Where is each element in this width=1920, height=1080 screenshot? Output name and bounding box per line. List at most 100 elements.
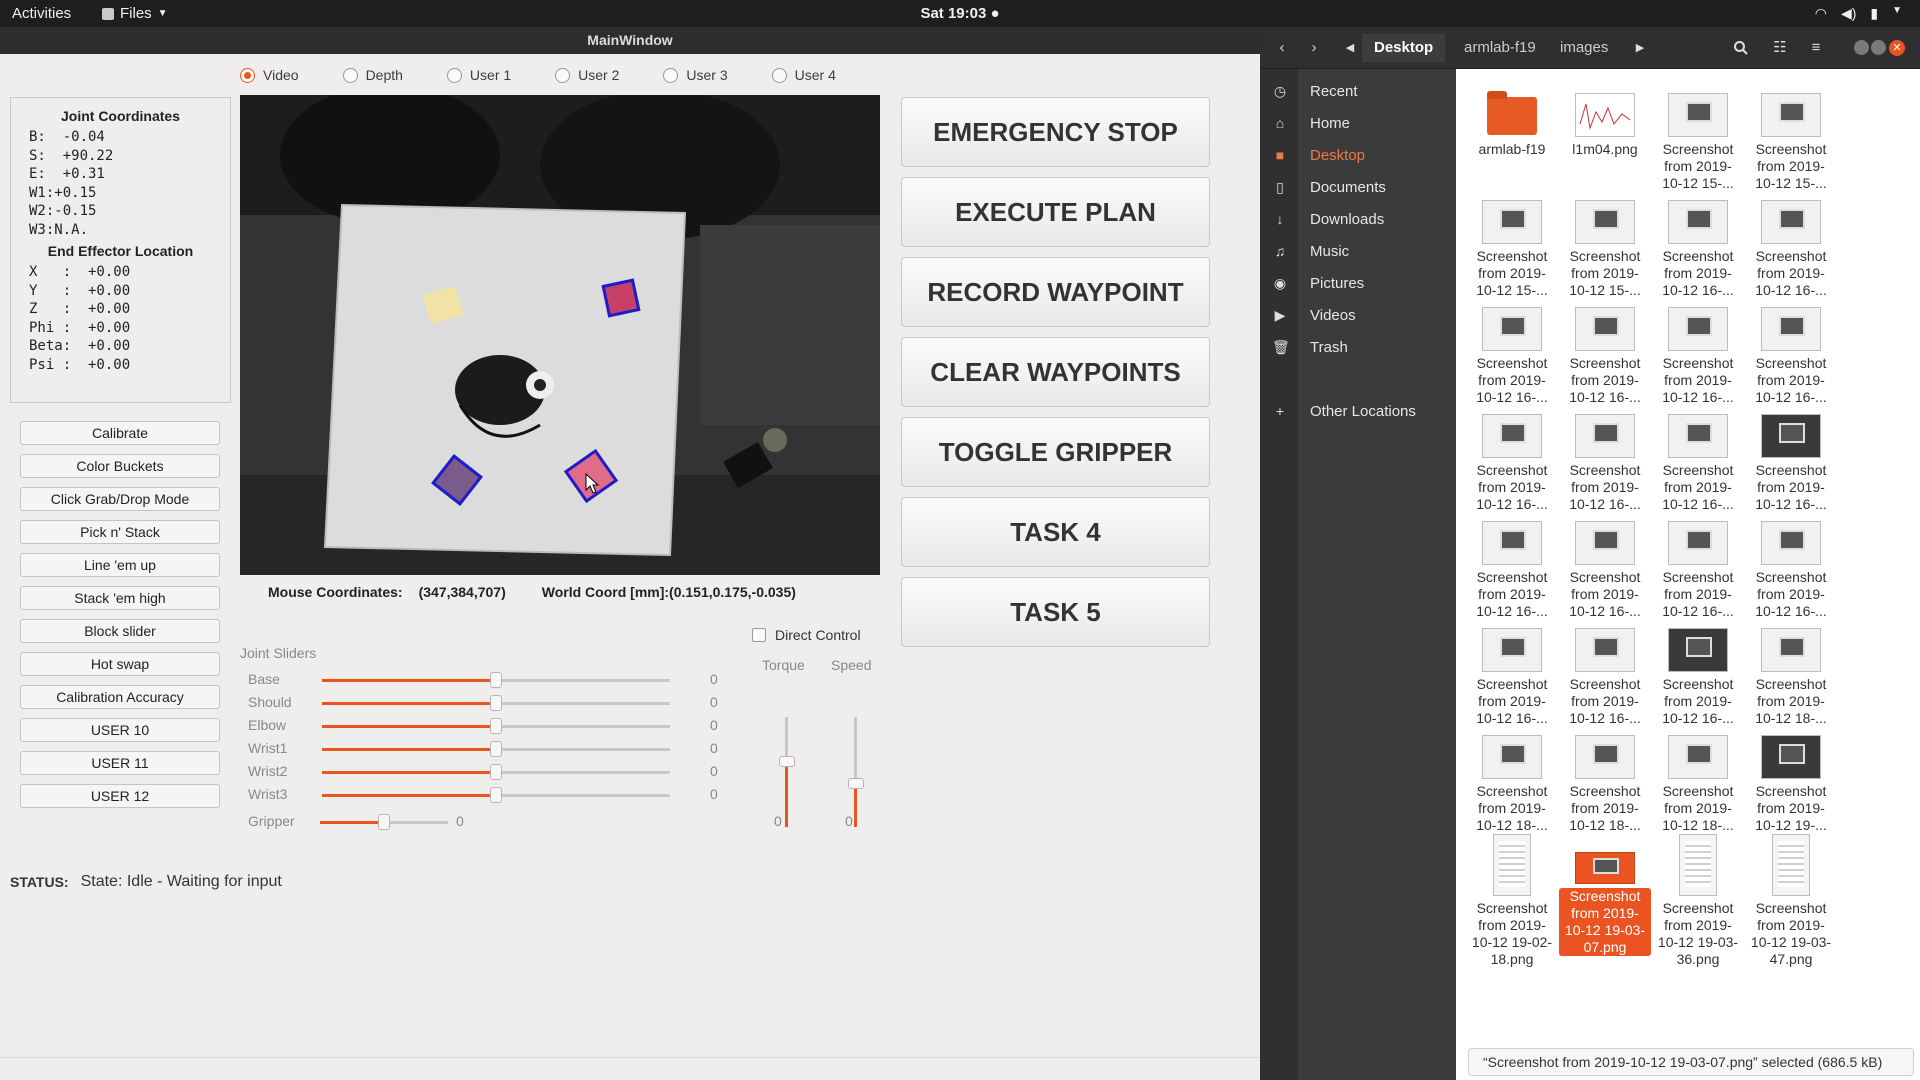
menu-button[interactable]: ≡ — [1801, 34, 1831, 62]
slider-elbow[interactable]: Elbow 0 — [240, 717, 720, 737]
calibration-accuracy-button[interactable]: Calibration Accuracy — [20, 685, 220, 709]
file-item[interactable]: Screenshot from 2019- 10-12 18-... — [1745, 628, 1837, 727]
slider-handle[interactable] — [490, 672, 502, 688]
radio-user-1[interactable]: User 1 — [446, 67, 511, 83]
user-10-button[interactable]: USER 10 — [20, 718, 220, 742]
calibrate-button[interactable]: Calibrate — [20, 421, 220, 445]
file-item[interactable]: Screenshot from 2019- 10-12 16-... — [1652, 628, 1744, 727]
minimize-button[interactable] — [1854, 40, 1869, 55]
file-item[interactable]: Screenshot from 2019- 10-12 16-... — [1559, 521, 1651, 620]
file-item[interactable]: Screenshot from 2019- 10-12 18-... — [1652, 735, 1744, 834]
folder-item[interactable]: armlab-f19 — [1466, 91, 1558, 158]
file-item[interactable]: Screenshot from 2019- 10-12 19-... — [1745, 735, 1837, 834]
radio-depth[interactable]: Depth — [342, 67, 403, 83]
slider-handle[interactable] — [378, 814, 390, 830]
slider-base[interactable]: Base 0 — [240, 671, 720, 691]
hot-swap-button[interactable]: Hot swap — [20, 652, 220, 676]
file-item[interactable]: Screenshot from 2019- 10-12 16-... — [1466, 414, 1558, 513]
radio-button[interactable] — [342, 67, 358, 83]
breadcrumb-desktop[interactable]: Desktop — [1362, 34, 1446, 62]
breadcrumb-images[interactable]: images — [1548, 34, 1620, 62]
block-slider-button[interactable]: Block slider — [20, 619, 220, 643]
sidebar-item-documents[interactable]: ▯ Documents — [1260, 175, 1456, 201]
back-button[interactable]: ‹ — [1268, 34, 1296, 62]
file-item[interactable]: Screenshot from 2019- 10-12 18-... — [1466, 735, 1558, 834]
radio-button[interactable] — [663, 67, 679, 83]
sidebar-item-music[interactable]: ♫ Music — [1260, 239, 1456, 265]
file-item[interactable]: Screenshot from 2019- 10-12 15-... — [1559, 200, 1651, 299]
file-item[interactable]: Screenshot from 2019- 10-12 16-... — [1652, 414, 1744, 513]
file-item[interactable]: Screenshot from 2019- 10-12 19-02- 18.png — [1466, 834, 1558, 968]
checkbox-box[interactable] — [752, 628, 766, 642]
sidebar-item-pictures[interactable]: ◉ Pictures — [1260, 271, 1456, 297]
clock[interactable]: Sat 19:03 ● — [0, 5, 1920, 22]
stack-em-high-button[interactable]: Stack 'em high — [20, 586, 220, 610]
file-item[interactable]: Screenshot from 2019- 10-12 18-... — [1559, 735, 1651, 834]
file-item[interactable]: Screenshot from 2019- 10-12 16-... — [1745, 200, 1837, 299]
close-button[interactable]: ✕ — [1889, 40, 1905, 56]
sidebar-item-home[interactable]: ⌂ Home — [1260, 111, 1456, 137]
slider-handle[interactable] — [490, 695, 502, 711]
slider-handle[interactable] — [490, 741, 502, 757]
slider-handle[interactable] — [490, 718, 502, 734]
breadcrumb-left-arrow[interactable]: ◀ — [1342, 34, 1358, 62]
file-item[interactable]: Screenshot from 2019- 10-12 16-... — [1652, 200, 1744, 299]
clear-waypoints-button[interactable]: CLEAR WAYPOINTS — [901, 337, 1210, 407]
sidebar-item-recent[interactable]: ◷ Recent — [1260, 79, 1456, 105]
sidebar-item-videos[interactable]: ▶ Videos — [1260, 303, 1456, 329]
slider-handle[interactable] — [490, 787, 502, 803]
file-item[interactable]: Screenshot from 2019- 10-12 16-... — [1559, 628, 1651, 727]
sidebar-item-downloads[interactable]: ↓ Downloads — [1260, 207, 1456, 233]
slider-should[interactable]: Should 0 — [240, 694, 720, 714]
line-em-up-button[interactable]: Line 'em up — [20, 553, 220, 577]
slider-wrist1[interactable]: Wrist1 0 — [240, 740, 720, 760]
task-4-button[interactable]: TASK 4 — [901, 497, 1210, 567]
file-item[interactable]: Screenshot from 2019- 10-12 16-... — [1745, 414, 1837, 513]
file-item[interactable]: Screenshot from 2019- 10-12 16-... — [1652, 307, 1744, 406]
forward-button[interactable]: › — [1300, 34, 1328, 62]
file-item[interactable]: Screenshot from 2019- 10-12 16-... — [1745, 307, 1837, 406]
file-item[interactable]: Screenshot from 2019- 10-12 16-... — [1652, 521, 1744, 620]
camera-view[interactable] — [240, 95, 880, 575]
radio-user-3[interactable]: User 3 — [663, 67, 728, 83]
file-item[interactable]: Screenshot from 2019- 10-12 19-03- 47.png — [1745, 834, 1837, 968]
radio-user-4[interactable]: User 4 — [771, 67, 836, 83]
radio-user-2[interactable]: User 2 — [555, 67, 619, 83]
radio-video[interactable]: Video — [240, 67, 299, 83]
search-button[interactable] — [1726, 34, 1756, 62]
file-item[interactable]: Screenshot from 2019- 10-12 16-... — [1559, 307, 1651, 406]
execute-plan-button[interactable]: EXECUTE PLAN — [901, 177, 1210, 247]
file-item[interactable]: Screenshot from 2019- 10-12 16-... — [1466, 307, 1558, 406]
breadcrumb-right-arrow[interactable]: ▶ — [1632, 34, 1648, 62]
pick-n-stack-button[interactable]: Pick n' Stack — [20, 520, 220, 544]
file-item[interactable]: l1m04.png — [1559, 93, 1651, 158]
radio-button[interactable] — [240, 67, 255, 83]
file-item[interactable]: Screenshot from 2019- 10-12 16-... — [1745, 521, 1837, 620]
slider-wrist2[interactable]: Wrist2 0 — [240, 763, 720, 783]
slider-handle[interactable] — [779, 756, 795, 767]
slider-wrist3[interactable]: Wrist3 0 — [240, 786, 720, 806]
toggle-gripper-button[interactable]: TOGGLE GRIPPER — [901, 417, 1210, 487]
radio-button[interactable] — [771, 67, 787, 83]
file-item[interactable]: Screenshot from 2019- 10-12 15-... — [1466, 200, 1558, 299]
user-12-button[interactable]: USER 12 — [20, 784, 220, 808]
sidebar-item-desktop[interactable]: ■ Desktop — [1260, 143, 1456, 169]
record-waypoint-button[interactable]: RECORD WAYPOINT — [901, 257, 1210, 327]
file-item[interactable]: Screenshot from 2019- 10-12 19-03- 07.png — [1559, 834, 1651, 956]
file-item[interactable]: Screenshot from 2019- 10-12 19-03- 36.png — [1652, 834, 1744, 968]
emergency-stop-button[interactable]: EMERGENCY STOP — [901, 97, 1210, 167]
file-item[interactable]: Screenshot from 2019- 10-12 15-... — [1652, 93, 1744, 192]
direct-control-checkbox[interactable]: Direct Control — [752, 627, 861, 643]
sidebar-item-trash[interactable]: 🗑 Trash — [1260, 335, 1456, 361]
view-toggle-button[interactable]: ☷ — [1765, 34, 1795, 62]
slider-gripper[interactable]: Gripper 0 — [240, 813, 720, 833]
task-5-button[interactable]: TASK 5 — [901, 577, 1210, 647]
file-item[interactable]: Screenshot from 2019- 10-12 15-... — [1745, 93, 1837, 192]
slider-handle[interactable] — [490, 764, 502, 780]
user-11-button[interactable]: USER 11 — [20, 751, 220, 775]
system-tray[interactable]: ◠ ◀) ▮ ▼ — [1815, 5, 1902, 22]
click-grab-drop-mode-button[interactable]: Click Grab/Drop Mode — [20, 487, 220, 511]
radio-button[interactable] — [446, 67, 462, 83]
breadcrumb-armlab-f19[interactable]: armlab-f19 — [1452, 34, 1548, 62]
radio-button[interactable] — [555, 67, 571, 83]
